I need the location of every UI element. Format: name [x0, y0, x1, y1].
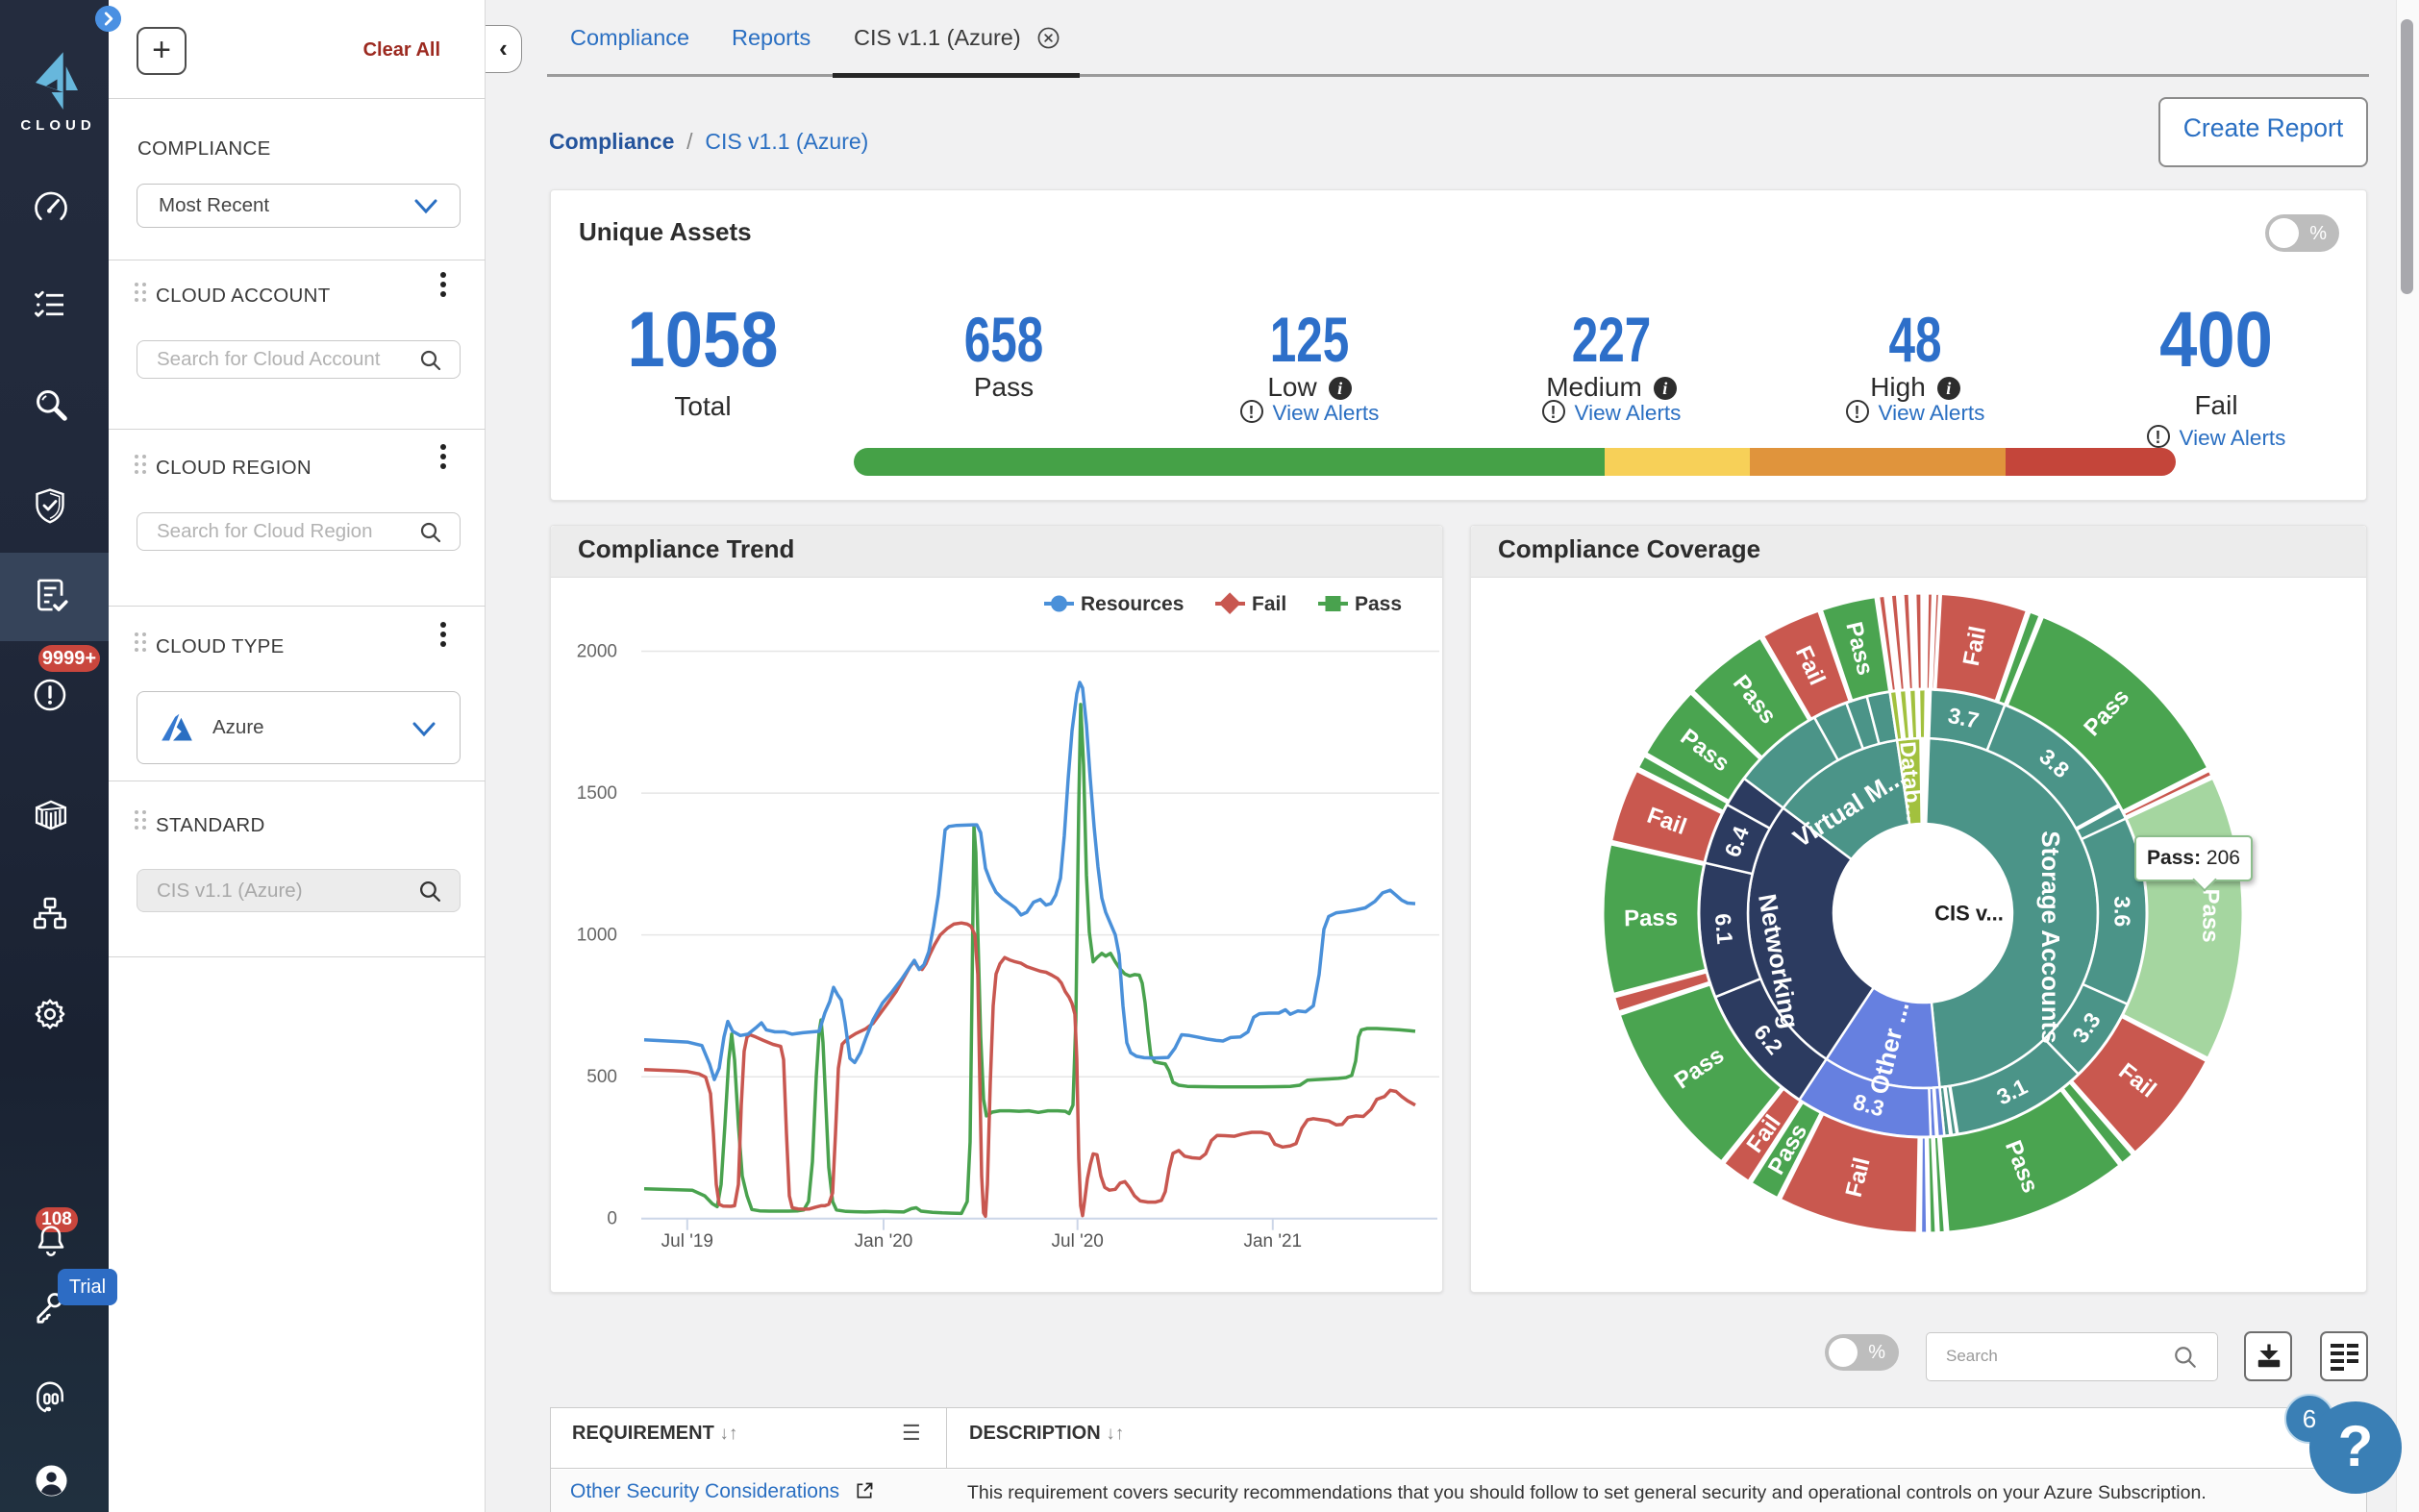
svg-text:Jan '21: Jan '21 [1243, 1231, 1302, 1252]
svg-text:2000: 2000 [577, 642, 617, 662]
svg-text:Fail: Fail [1252, 593, 1286, 615]
svg-text:Resources: Resources [1081, 593, 1184, 615]
svg-text:Pass: Pass [1624, 905, 1679, 931]
svg-text:Pass: Pass [1355, 593, 1402, 615]
svg-text:CIS v...: CIS v... [1934, 902, 2004, 926]
svg-text:500: 500 [586, 1067, 617, 1087]
svg-text:Pass: Pass [2197, 888, 2223, 942]
svg-text:Jul '19: Jul '19 [661, 1231, 713, 1252]
svg-text:3.6: 3.6 [2109, 896, 2134, 927]
svg-text:Jul '20: Jul '20 [1052, 1231, 1104, 1252]
svg-text:6.1: 6.1 [1710, 912, 1737, 945]
svg-text:Storage Accounts: Storage Accounts [2036, 830, 2065, 1044]
svg-text:0: 0 [607, 1209, 617, 1229]
svg-text:1500: 1500 [577, 783, 617, 804]
svg-text:1000: 1000 [577, 926, 617, 946]
svg-text:Jan '20: Jan '20 [855, 1231, 913, 1252]
